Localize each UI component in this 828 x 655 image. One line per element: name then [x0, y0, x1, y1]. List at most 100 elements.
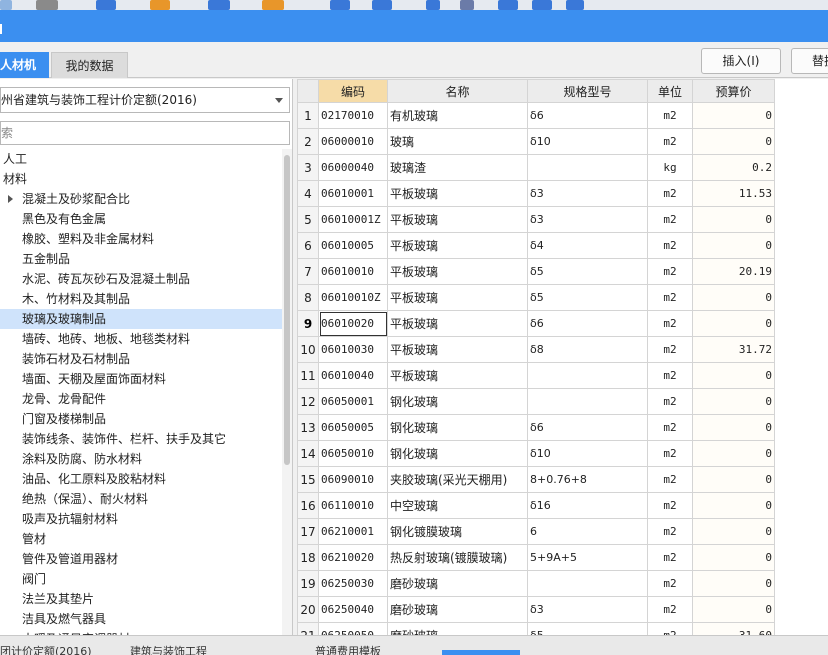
name-cell[interactable]: 钢化镀膜玻璃 — [387, 518, 528, 545]
name-cell[interactable]: 平板玻璃 — [387, 258, 528, 285]
name-cell[interactable]: 平板玻璃 — [387, 336, 528, 363]
unit-cell[interactable]: m2 — [647, 388, 693, 415]
table-row[interactable]: 3 06000040 玻璃渣 kg 0.2 — [297, 154, 775, 181]
toolbar-icon[interactable] — [330, 0, 350, 10]
spec-cell[interactable]: δ16 — [527, 492, 648, 519]
spec-cell[interactable]: δ6 — [527, 102, 648, 129]
code-cell[interactable]: 06050005 — [318, 414, 388, 441]
spec-cell[interactable]: δ5 — [527, 284, 648, 311]
unit-cell[interactable]: m2 — [647, 206, 693, 233]
tree-item[interactable]: 吸声及抗辐射材料 — [0, 509, 282, 529]
code-cell[interactable]: 06090010 — [318, 466, 388, 493]
toolbar-icon[interactable] — [566, 0, 584, 10]
unit-cell[interactable]: m2 — [647, 596, 693, 623]
toolbar-icon[interactable] — [532, 0, 552, 10]
code-cell[interactable]: 02170010 — [318, 102, 388, 129]
table-row[interactable]: 14 06050010 钢化玻璃 δ10 m2 0 — [297, 440, 775, 467]
name-cell[interactable]: 磨砂玻璃 — [387, 570, 528, 597]
code-cell[interactable]: 06050010 — [318, 440, 388, 467]
tree-item[interactable]: 装饰石材及石材制品 — [0, 349, 282, 369]
price-cell[interactable]: 0 — [692, 518, 775, 545]
name-cell[interactable]: 平板玻璃 — [387, 284, 528, 311]
spec-cell[interactable] — [527, 154, 648, 181]
quota-select[interactable]: 州省建筑与装饰工程计价定额(2016) — [0, 87, 290, 113]
toolbar-icon[interactable] — [262, 0, 284, 10]
table-row[interactable]: 5 06010001Z 平板玻璃 δ3 m2 0 — [297, 206, 775, 233]
spec-cell[interactable]: 5+9A+5 — [527, 544, 648, 571]
code-cell[interactable]: 06010010 — [318, 258, 388, 285]
name-cell[interactable]: 夹胶玻璃(采光天棚用) — [387, 466, 528, 493]
name-cell[interactable]: 玻璃 — [387, 128, 528, 155]
table-row[interactable]: 1 02170010 有机玻璃 δ6 m2 0 — [297, 102, 775, 129]
tree-item[interactable]: 涂料及防腐、防水材料 — [0, 449, 282, 469]
toolbar-icon[interactable] — [96, 0, 116, 10]
name-cell[interactable]: 有机玻璃 — [387, 102, 528, 129]
price-cell[interactable]: 0 — [692, 128, 775, 155]
table-row[interactable]: 4 06010001 平板玻璃 δ3 m2 11.53 — [297, 180, 775, 207]
table-row[interactable]: 9 06010020 平板玻璃 δ6 m2 0 — [297, 310, 775, 337]
code-cell[interactable]: 06010005 — [318, 232, 388, 259]
table-row[interactable]: 6 06010005 平板玻璃 δ4 m2 0 — [297, 232, 775, 259]
name-cell[interactable]: 平板玻璃 — [387, 362, 528, 389]
tree-item[interactable]: 管材 — [0, 529, 282, 549]
chevron-right-icon[interactable] — [8, 195, 13, 203]
tree-item[interactable]: 洁具及燃气器具 — [0, 609, 282, 629]
tree-item[interactable]: 法兰及其垫片 — [0, 589, 282, 609]
tree-item[interactable]: 混凝土及砂浆配合比 — [0, 189, 282, 209]
price-cell[interactable]: 0 — [692, 440, 775, 467]
tree-item[interactable]: 油品、化工原料及胶粘材料 — [0, 469, 282, 489]
unit-cell[interactable]: m2 — [647, 570, 693, 597]
price-cell[interactable]: 0 — [692, 492, 775, 519]
spec-cell[interactable]: δ6 — [527, 414, 648, 441]
toolbar-icon[interactable] — [0, 0, 12, 10]
tree-item[interactable]: 玻璃及玻璃制品 — [0, 309, 282, 329]
unit-cell[interactable]: m2 — [647, 102, 693, 129]
tree-scrollbar-thumb[interactable] — [284, 155, 290, 465]
code-cell[interactable]: 06210001 — [318, 518, 388, 545]
tree-item[interactable]: 黑色及有色金属 — [0, 209, 282, 229]
toolbar-icon[interactable] — [208, 0, 230, 10]
code-cell[interactable]: 06010020 — [318, 310, 388, 337]
table-row[interactable]: 13 06050005 钢化玻璃 δ6 m2 0 — [297, 414, 775, 441]
table-row[interactable]: 2 06000010 玻璃 δ10 m2 0 — [297, 128, 775, 155]
code-cell[interactable]: 06110010 — [318, 492, 388, 519]
spec-cell[interactable]: δ3 — [527, 206, 648, 233]
table-row[interactable]: 10 06010030 平板玻璃 δ8 m2 31.72 — [297, 336, 775, 363]
unit-cell[interactable]: m2 — [647, 258, 693, 285]
tree-item[interactable]: 龙骨、龙骨配件 — [0, 389, 282, 409]
unit-cell[interactable]: m2 — [647, 518, 693, 545]
unit-cell[interactable]: m2 — [647, 544, 693, 571]
name-cell[interactable]: 平板玻璃 — [387, 232, 528, 259]
tree-item[interactable]: 五金制品 — [0, 249, 282, 269]
spec-cell[interactable]: 8+0.76+8 — [527, 466, 648, 493]
unit-cell[interactable]: m2 — [647, 336, 693, 363]
spec-cell[interactable]: δ5 — [527, 622, 648, 635]
unit-cell[interactable]: m2 — [647, 622, 693, 635]
name-cell[interactable]: 磨砂玻璃 — [387, 622, 528, 635]
table-row[interactable]: 8 06010010Z 平板玻璃 δ5 m2 0 — [297, 284, 775, 311]
code-cell[interactable]: 06010040 — [318, 362, 388, 389]
price-cell[interactable]: 0 — [692, 362, 775, 389]
tree-item[interactable]: 管件及管道用器材 — [0, 549, 282, 569]
code-cell[interactable]: 06010001 — [318, 180, 388, 207]
code-cell[interactable]: 06010001Z — [318, 206, 388, 233]
code-cell[interactable]: 06250030 — [318, 570, 388, 597]
column-header-code[interactable]: 编码 — [318, 79, 388, 103]
replace-button[interactable]: 替换 — [791, 48, 828, 74]
spec-cell[interactable] — [527, 388, 648, 415]
unit-cell[interactable]: m2 — [647, 362, 693, 389]
spec-cell[interactable]: δ8 — [527, 336, 648, 363]
unit-cell[interactable]: m2 — [647, 310, 693, 337]
unit-cell[interactable]: m2 — [647, 128, 693, 155]
table-row[interactable]: 2106250050磨砂玻璃δ5m231.60 — [297, 622, 775, 635]
search-input[interactable]: 索 — [0, 121, 290, 145]
code-cell[interactable]: 06010010Z — [318, 284, 388, 311]
name-cell[interactable]: 钢化玻璃 — [387, 388, 528, 415]
spec-cell[interactable]: δ4 — [527, 232, 648, 259]
insert-button[interactable]: 插入(I) — [701, 48, 781, 74]
table-row[interactable]: 20 06250040 磨砂玻璃 δ3 m2 0 — [297, 596, 775, 623]
tree-item[interactable]: 墙面、天棚及屋面饰面材料 — [0, 369, 282, 389]
code-cell[interactable]: 06000010 — [318, 128, 388, 155]
toolbar-icon[interactable] — [150, 0, 170, 10]
spec-cell[interactable] — [527, 362, 648, 389]
